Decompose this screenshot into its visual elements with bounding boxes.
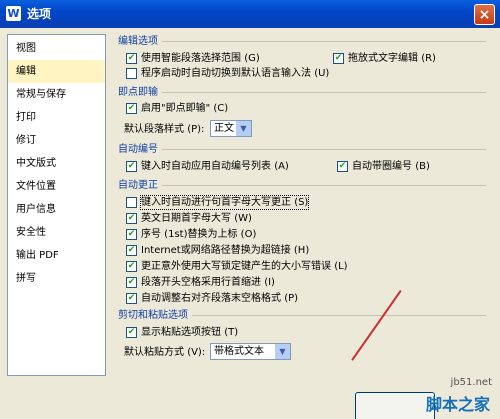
auto-list-checkbox[interactable]: ✔ bbox=[126, 161, 137, 172]
nav-item-print[interactable]: 打印 bbox=[8, 106, 105, 129]
default-style-label: 默认段落样式 (P): bbox=[124, 124, 205, 135]
section-title-auto-number: 自动编号 bbox=[118, 143, 162, 156]
options-panel: 编辑选项 ✔ 使用智能段落选择范围 (G) ✔ 拖放式文字编辑 (R) 程序启动… bbox=[113, 34, 488, 388]
default-paste-value: 带格式文本 bbox=[214, 346, 264, 357]
click-type-label: 启用"即点即输" (C) bbox=[141, 103, 229, 114]
section-title-edit: 编辑选项 bbox=[118, 35, 162, 48]
dialog-button[interactable] bbox=[355, 392, 435, 419]
watermark-site: jb51.net bbox=[450, 377, 492, 388]
paste-button-checkbox[interactable]: ✔ bbox=[126, 327, 137, 338]
first-indent-checkbox[interactable]: ✔ bbox=[126, 277, 137, 288]
circle-number-label: 自动带圈编号 (B) bbox=[352, 161, 430, 172]
english-date-checkbox[interactable]: ✔ bbox=[126, 213, 137, 224]
caps-lock-checkbox[interactable]: ✔ bbox=[126, 261, 137, 272]
hyperlink-label: Internet或网络路径替换为超链接 (H) bbox=[141, 245, 310, 256]
default-paste-dropdown[interactable]: 带格式文本 ▼ bbox=[210, 343, 291, 360]
section-divider bbox=[118, 185, 486, 186]
nav-item-view[interactable]: 视图 bbox=[8, 37, 105, 60]
drag-edit-checkbox[interactable]: ✔ bbox=[333, 53, 344, 64]
hyperlink-checkbox[interactable]: ✔ bbox=[126, 245, 137, 256]
section-divider bbox=[118, 41, 486, 42]
ordinal-label: 序号 (1st)替换为上标 (O) bbox=[141, 229, 257, 240]
title-bar: W 选项 × bbox=[0, 0, 500, 28]
nav-item-file-location[interactable]: 文件位置 bbox=[8, 175, 105, 198]
smart-select-checkbox[interactable]: ✔ bbox=[126, 53, 137, 64]
adjust-trailing-checkbox[interactable]: ✔ bbox=[126, 293, 137, 304]
section-title-cut-paste: 剪切和粘贴选项 bbox=[118, 309, 192, 322]
nav-item-general-save[interactable]: 常规与保存 bbox=[8, 83, 105, 106]
caps-lock-label: 更正意外使用大写锁定键产生的大小写错误 (L) bbox=[141, 261, 348, 272]
nav-item-spelling[interactable]: 拼写 bbox=[8, 267, 105, 290]
drag-edit-label: 拖放式文字编辑 (R) bbox=[348, 53, 436, 64]
section-divider bbox=[118, 149, 486, 150]
window-title: 选项 bbox=[27, 7, 52, 21]
auto-ime-checkbox[interactable] bbox=[126, 68, 137, 79]
default-style-dropdown[interactable]: 正文 ▼ bbox=[210, 120, 252, 137]
capitalize-checkbox[interactable] bbox=[126, 197, 137, 208]
nav-item-security[interactable]: 安全性 bbox=[8, 221, 105, 244]
close-button[interactable]: × bbox=[474, 4, 495, 25]
category-list: 视图 编辑 常规与保存 打印 修订 中文版式 文件位置 用户信息 安全性 输出 … bbox=[7, 34, 106, 376]
first-indent-label: 段落开头空格采用行首缩进 (I) bbox=[141, 277, 275, 288]
ordinal-checkbox[interactable]: ✔ bbox=[126, 229, 137, 240]
chevron-down-icon[interactable]: ▼ bbox=[236, 121, 251, 136]
smart-select-label: 使用智能段落选择范围 (G) bbox=[141, 53, 260, 64]
nav-item-user-info[interactable]: 用户信息 bbox=[8, 198, 105, 221]
section-title-auto-correct: 自动更正 bbox=[118, 179, 162, 192]
app-icon: W bbox=[6, 6, 21, 21]
section-title-click-type: 即点即输 bbox=[118, 86, 162, 99]
nav-item-edit[interactable]: 编辑 bbox=[8, 60, 105, 83]
default-style-value: 正文 bbox=[214, 123, 234, 134]
capitalize-label: 键入时自动进行句首字母大写更正 (S) bbox=[139, 195, 310, 210]
chevron-down-icon[interactable]: ▼ bbox=[275, 344, 290, 359]
click-type-checkbox[interactable]: ✔ bbox=[126, 103, 137, 114]
default-paste-label: 默认粘贴方式 (V): bbox=[124, 347, 206, 358]
circle-number-checkbox[interactable]: ✔ bbox=[337, 161, 348, 172]
nav-item-chinese-layout[interactable]: 中文版式 bbox=[8, 152, 105, 175]
section-divider bbox=[118, 92, 486, 93]
auto-list-label: 键入时自动应用自动编号列表 (A) bbox=[141, 161, 289, 172]
nav-item-output-pdf[interactable]: 输出 PDF bbox=[8, 244, 105, 267]
nav-item-revision[interactable]: 修订 bbox=[8, 129, 105, 152]
english-date-label: 英文日期首字母大写 (W) bbox=[141, 213, 252, 224]
paste-button-label: 显示粘贴选项按钮 (T) bbox=[141, 327, 239, 338]
watermark-brand: 脚本之家 bbox=[425, 395, 490, 414]
adjust-trailing-label: 自动调整右对齐段落末空格格式 (P) bbox=[141, 293, 299, 304]
auto-ime-label: 程序启动时自动切换到默认语言输入法 (U) bbox=[141, 68, 330, 79]
